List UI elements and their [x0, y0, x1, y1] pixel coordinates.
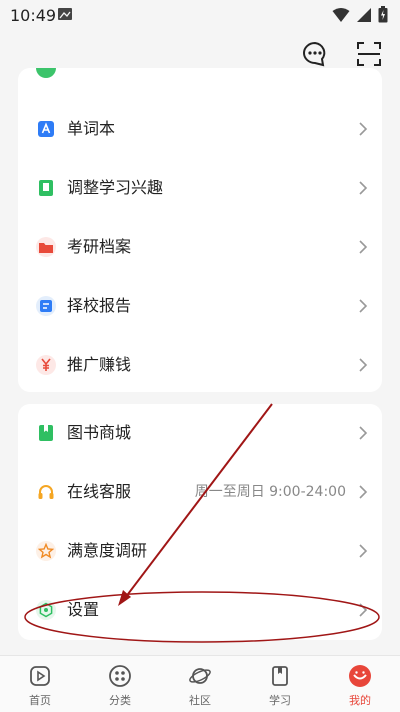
category-icon	[109, 665, 131, 687]
menu-item-customer-service[interactable]: 在线客服 周一至周日 9:00-24:00	[18, 463, 382, 521]
menu-item-book-store[interactable]: 图书商城	[18, 404, 382, 462]
chevron-right-icon	[359, 181, 368, 195]
nav-mine[interactable]: 我的	[320, 656, 400, 712]
partial-green-icon	[36, 68, 56, 78]
menu-item-interest[interactable]: 调整学习兴趣	[18, 159, 382, 217]
interest-book-icon	[36, 178, 56, 198]
nav-home[interactable]: 首页	[0, 656, 80, 712]
report-icon	[36, 296, 56, 316]
menu-item-promotion[interactable]: 推广赚钱	[18, 336, 382, 392]
menu-card-1: 单词本 调整学习兴趣 考研档案 择校报告 推广赚钱	[18, 68, 382, 392]
settings-icon	[36, 600, 56, 620]
nav-label: 学习	[269, 694, 291, 707]
menu-item-label: 图书商城	[67, 423, 132, 442]
yuan-icon	[36, 355, 56, 375]
nav-category[interactable]: 分类	[80, 656, 160, 712]
menu-item-school-report[interactable]: 择校报告	[18, 277, 382, 335]
chevron-right-icon	[359, 299, 368, 313]
menu-item-label: 满意度调研	[67, 541, 148, 560]
nav-label: 分类	[109, 694, 131, 707]
menu-item-survey[interactable]: 满意度调研	[18, 522, 382, 580]
wifi-icon	[332, 7, 350, 22]
status-time: 10:49	[10, 6, 57, 25]
book-store-icon	[36, 423, 56, 443]
menu-item-label: 推广赚钱	[67, 355, 132, 374]
menu-item-label: 在线客服	[67, 482, 132, 501]
scan-icon[interactable]	[355, 40, 383, 68]
folder-icon	[36, 237, 56, 257]
menu-item-archive[interactable]: 考研档案	[18, 218, 382, 276]
menu-item-label: 择校报告	[67, 296, 132, 315]
nav-label: 社区	[189, 694, 211, 707]
word-book-icon	[36, 119, 56, 139]
chevron-right-icon	[359, 544, 368, 558]
headset-icon	[36, 482, 56, 502]
chevron-right-icon	[359, 240, 368, 254]
signal-icon	[357, 7, 371, 22]
status-bar: 10:49	[0, 0, 400, 32]
planet-icon	[189, 668, 211, 684]
star-icon	[36, 541, 56, 561]
nav-study[interactable]: 学习	[240, 656, 320, 712]
chevron-right-icon	[359, 358, 368, 372]
menu-item-label: 单词本	[67, 119, 116, 138]
chevron-right-icon	[359, 485, 368, 499]
menu-item-label: 调整学习兴趣	[67, 178, 164, 197]
chevron-right-icon	[359, 122, 368, 136]
menu-card-2: 图书商城 在线客服 周一至周日 9:00-24:00 满意度调研 设置	[18, 404, 382, 640]
chevron-right-icon	[359, 426, 368, 440]
message-icon[interactable]	[301, 40, 329, 68]
mine-face-icon	[349, 665, 371, 687]
menu-item-settings[interactable]: 设置	[18, 581, 382, 639]
nav-label: 我的	[349, 694, 371, 707]
bottom-nav: 首页 分类 社区 学习 我的	[0, 655, 400, 712]
menu-item-label: 考研档案	[67, 237, 132, 256]
battery-icon	[378, 6, 388, 23]
nav-community[interactable]: 社区	[160, 656, 240, 712]
chevron-right-icon	[359, 603, 368, 617]
gallery-notification-icon	[58, 8, 72, 20]
nav-label: 首页	[29, 694, 51, 707]
menu-item-label: 设置	[67, 600, 100, 619]
home-play-icon	[30, 666, 50, 686]
menu-item-partial	[18, 68, 382, 82]
menu-item-word-book[interactable]: 单词本	[18, 100, 382, 158]
study-book-icon	[272, 666, 288, 686]
service-hours-text: 周一至周日 9:00-24:00	[194, 484, 346, 500]
